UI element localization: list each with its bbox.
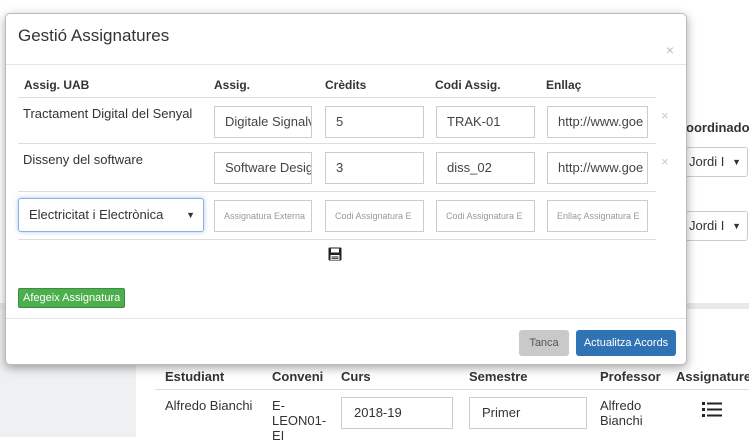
coordinator-select-1[interactable]: Jordi I ▼ <box>682 147 748 177</box>
th-assignatures: Assignatures <box>676 369 749 384</box>
new-row-line <box>18 239 656 240</box>
row1-assig-input[interactable]: Digitale Signalv <box>214 106 312 138</box>
th-assig: Assig. <box>214 78 251 92</box>
th-assig-uab: Assig. UAB <box>24 78 90 92</box>
list-icon[interactable] <box>702 401 722 417</box>
row2-assig-input[interactable]: Software Desig <box>214 152 312 184</box>
new-enllac-input[interactable]: Enllaç Assignatura E <box>547 200 648 232</box>
modal-footer-divider <box>6 318 686 319</box>
th-curs: Curs <box>341 369 371 384</box>
semestre-input[interactable]: Primer <box>469 397 587 429</box>
modal-title: Gestió Assignatures <box>18 26 170 45</box>
save-icon[interactable] <box>328 247 342 261</box>
th-estudiant: Estudiant <box>165 369 225 384</box>
row2-line <box>18 191 656 192</box>
table-header-line <box>155 389 749 390</box>
row1-credits-input[interactable]: 5 <box>325 106 424 138</box>
row2-enllac-input[interactable]: http://www.goe <box>547 152 648 184</box>
th-professor: Professor <box>600 369 661 384</box>
row1-enllac-input[interactable]: http://www.goe <box>547 106 648 138</box>
subject-select[interactable]: Electricitat i Electrònica ▼ <box>18 198 204 232</box>
th-enllac: Enllaç <box>546 78 582 92</box>
th-codi: Codi Assig. <box>435 78 501 92</box>
th-conveni: Conveni <box>272 369 324 384</box>
coordinator-select-2[interactable]: Jordi I ▼ <box>682 211 748 241</box>
row1-codi-input[interactable]: TRAK-01 <box>436 106 535 138</box>
cell-estudiant: Alfredo Bianchi <box>165 398 253 413</box>
cell-conveni: E- LEON01- EI <box>272 398 327 443</box>
new-codi-input[interactable]: Codi Assignatura E <box>436 200 535 232</box>
row1-assig-uab: Tractament Digital del Senyal <box>23 106 193 121</box>
update-agreements-button[interactable]: Actualitza Acords <box>576 330 676 356</box>
coordinator-header: oordinador <box>686 120 749 135</box>
row2-credits-input[interactable]: 3 <box>325 152 424 184</box>
add-subject-button[interactable]: Afegeix Assignatura <box>18 288 126 308</box>
row2-remove-icon[interactable]: × <box>661 154 669 169</box>
row2-assig-uab: Disseny del software <box>23 152 143 167</box>
new-credits-input[interactable]: Codi Assignatura E <box>325 200 424 232</box>
row2-codi-input[interactable]: diss_02 <box>436 152 535 184</box>
manage-subjects-modal: Gestió Assignatures × Assig. UAB Assig. … <box>5 13 687 365</box>
new-assig-input[interactable]: Assignatura Externa <box>214 200 312 232</box>
modal-header-divider <box>6 64 686 65</box>
close-icon[interactable]: × <box>666 42 674 58</box>
th-credits: Crèdits <box>325 78 367 92</box>
cell-professor: Alfredo Bianchi <box>600 398 643 428</box>
th-semestre: Semestre <box>469 369 528 384</box>
row1-line <box>18 143 656 144</box>
close-button[interactable]: Tanca <box>519 330 569 356</box>
curs-input[interactable]: 2018-19 <box>341 397 453 429</box>
header-line <box>18 97 656 98</box>
row1-remove-icon[interactable]: × <box>661 108 669 123</box>
